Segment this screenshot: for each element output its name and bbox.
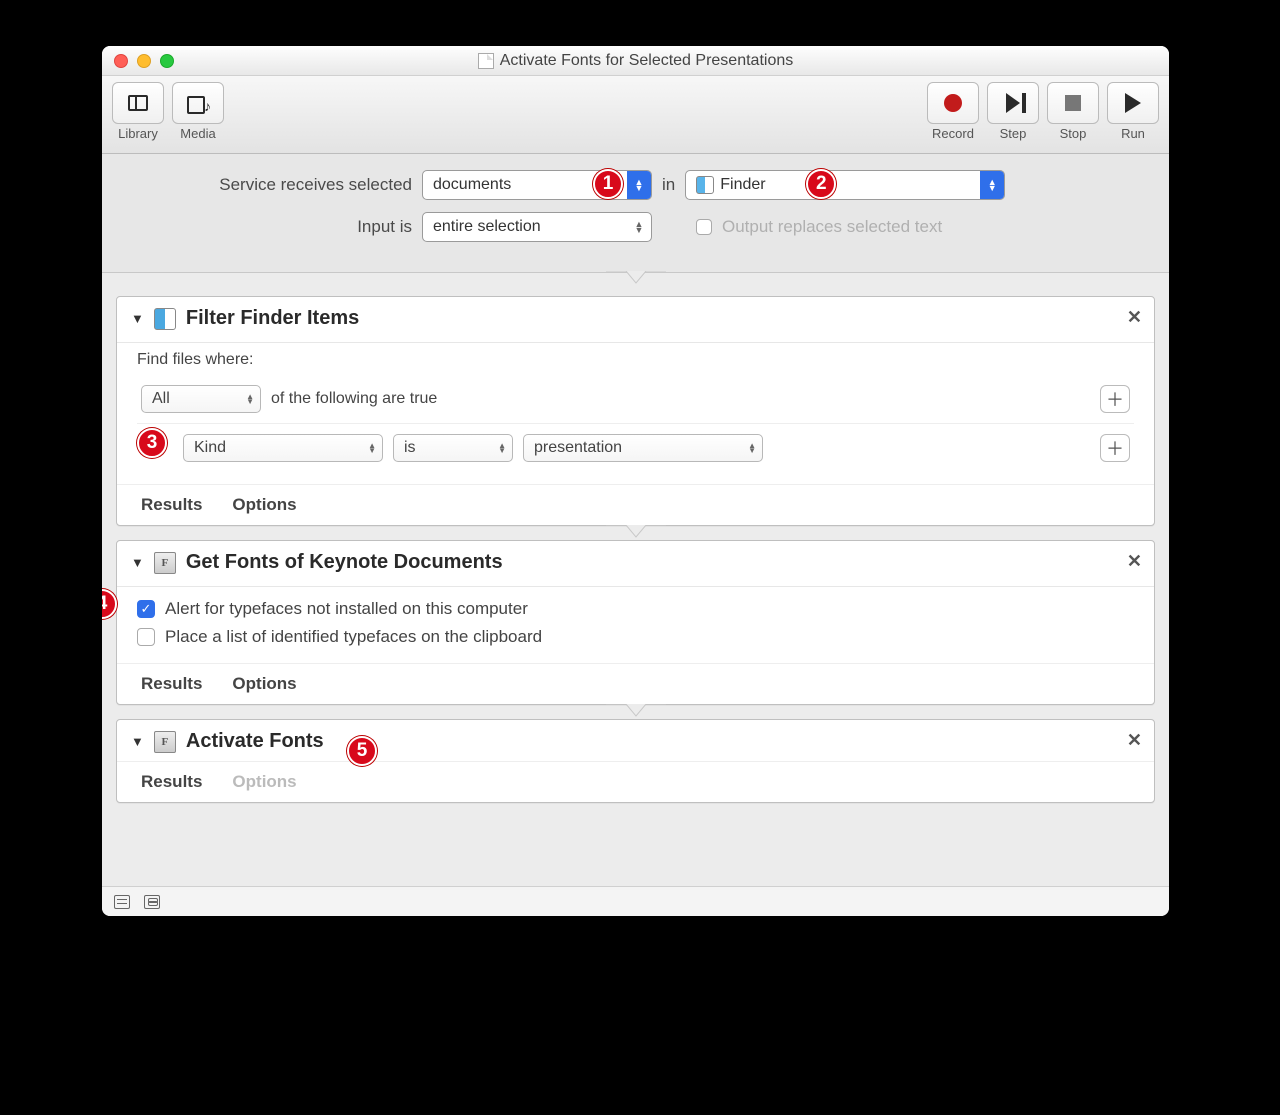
app-select[interactable]: Finder ▲▼ 2	[685, 170, 1005, 200]
action-activate-fonts: ▼ F Activate Fonts 5 ✕ Results Options	[116, 719, 1155, 803]
receives-select[interactable]: documents ▲▼ 1	[422, 170, 652, 200]
annotation-5: 5	[347, 736, 377, 766]
run-label: Run	[1121, 126, 1145, 141]
library-icon	[128, 95, 148, 111]
toolbar-left: Library Media	[112, 82, 224, 141]
titlebar: Activate Fonts for Selected Presentation…	[102, 46, 1169, 76]
annotation-3: 3	[137, 428, 167, 458]
disclosure-triangle[interactable]: ▼	[131, 311, 144, 326]
rule-value-select[interactable]: presentation▲▼	[523, 434, 763, 462]
action-title: Filter Finder Items	[186, 307, 359, 330]
results-button[interactable]: Results	[141, 772, 202, 792]
disclosure-triangle[interactable]: ▼	[131, 734, 144, 749]
workflow-canvas[interactable]: ▼ Filter Finder Items ✕ Find files where…	[102, 286, 1169, 886]
step-label: Step	[1000, 126, 1027, 141]
record-icon	[944, 94, 962, 112]
statusbar	[102, 886, 1169, 916]
toolbar-right: Record Step Stop Run	[927, 82, 1159, 141]
alert-typefaces-label: Alert for typefaces not installed on thi…	[165, 599, 528, 619]
media-icon	[187, 94, 209, 112]
action-get-fonts: 4 ▼ F Get Fonts of Keynote Documents ✕ ✓…	[116, 540, 1155, 705]
clipboard-typefaces-checkbox[interactable]	[137, 628, 155, 646]
options-button[interactable]: Options	[232, 495, 296, 515]
service-config: Service receives selected documents ▲▼ 1…	[102, 154, 1169, 273]
font-icon: F	[154, 552, 176, 574]
rule-attribute-select[interactable]: Kind▲▼	[183, 434, 383, 462]
input-is-value: entire selection	[433, 218, 541, 236]
clipboard-typefaces-label: Place a list of identified typefaces on …	[165, 627, 542, 647]
rule-operator-select[interactable]: is▲▼	[393, 434, 513, 462]
receives-value: documents	[433, 176, 511, 194]
toolbar: Library Media Record Step Stop Run	[102, 76, 1169, 154]
document-icon	[478, 53, 494, 69]
record-label: Record	[932, 126, 974, 141]
finder-icon	[696, 176, 714, 194]
annotation-1: 1	[593, 169, 623, 199]
input-is-label: Input is	[162, 217, 412, 237]
action-title: Activate Fonts	[186, 730, 324, 753]
in-label: in	[662, 175, 675, 195]
remove-action-button[interactable]: ✕	[1127, 730, 1142, 751]
results-button[interactable]: Results	[141, 495, 202, 515]
stop-icon	[1065, 95, 1081, 111]
media-button[interactable]	[172, 82, 224, 124]
remove-action-button[interactable]: ✕	[1127, 307, 1142, 328]
run-button[interactable]	[1107, 82, 1159, 124]
step-button[interactable]	[987, 82, 1039, 124]
match-suffix: of the following are true	[271, 390, 437, 408]
app-value: Finder	[720, 176, 980, 194]
results-button[interactable]: Results	[141, 674, 202, 694]
find-files-prompt: Find files where:	[137, 351, 1134, 369]
finder-icon	[154, 308, 176, 330]
window-title-text: Activate Fonts for Selected Presentation…	[500, 52, 793, 70]
automator-window: Activate Fonts for Selected Presentation…	[102, 46, 1169, 916]
input-is-select[interactable]: entire selection ▲▼	[422, 212, 652, 242]
disclosure-triangle[interactable]: ▼	[131, 555, 144, 570]
annotation-4: 4	[102, 589, 117, 619]
font-icon: F	[154, 731, 176, 753]
options-button[interactable]: Options	[232, 674, 296, 694]
annotation-2: 2	[806, 169, 836, 199]
connector-notch	[102, 272, 1169, 286]
library-label: Library	[118, 126, 158, 141]
media-label: Media	[180, 126, 215, 141]
stop-label: Stop	[1060, 126, 1087, 141]
options-button: Options	[232, 772, 296, 792]
play-icon	[1125, 93, 1141, 113]
remove-action-button[interactable]: ✕	[1127, 551, 1142, 572]
alert-typefaces-checkbox[interactable]: ✓	[137, 600, 155, 618]
action-title: Get Fonts of Keynote Documents	[186, 551, 503, 574]
stop-button[interactable]	[1047, 82, 1099, 124]
step-icon	[1006, 93, 1020, 113]
log-view-button[interactable]	[114, 895, 130, 909]
match-scope-select[interactable]: All▲▼	[141, 385, 261, 413]
output-replaces-label: Output replaces selected text	[722, 217, 942, 237]
receives-label: Service receives selected	[162, 175, 412, 195]
output-replaces-checkbox	[696, 219, 712, 235]
connector-notch	[116, 526, 1155, 540]
record-button[interactable]	[927, 82, 979, 124]
add-condition-button[interactable]: ＋	[1100, 385, 1130, 413]
variables-view-button[interactable]	[144, 895, 160, 909]
action-filter-finder-items: ▼ Filter Finder Items ✕ Find files where…	[116, 296, 1155, 526]
window-title: Activate Fonts for Selected Presentation…	[102, 52, 1169, 70]
add-rule-button[interactable]: ＋	[1100, 434, 1130, 462]
connector-notch	[116, 705, 1155, 719]
library-button[interactable]	[112, 82, 164, 124]
